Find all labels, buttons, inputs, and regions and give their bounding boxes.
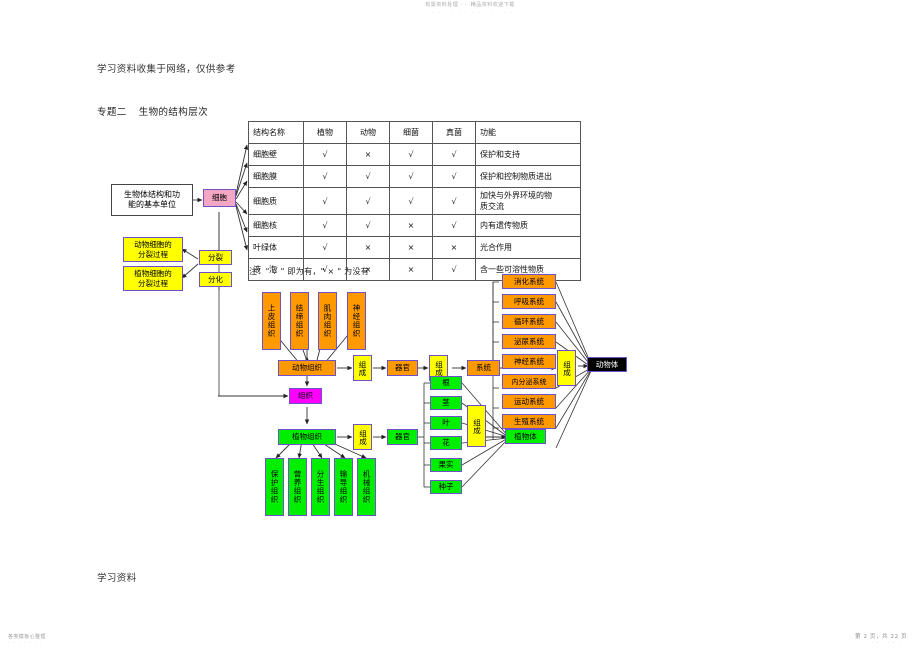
plant-tissue-group-box: 植物组织 <box>278 429 336 445</box>
animal-organ-box: 器官 <box>387 360 418 376</box>
diagram-connectors <box>181 144 592 488</box>
animal-cell-division-line1: 动物细胞的 <box>134 239 172 249</box>
system-digestive: 消化系统 <box>502 274 556 289</box>
animal-tissue-nervous: 神经组织 <box>347 292 366 350</box>
system-circulatory: 循环系统 <box>502 314 556 329</box>
plant-tissue-vascular: 输导组织 <box>334 458 353 516</box>
system-urinary: 泌尿系统 <box>502 334 556 349</box>
animal-tissue-group-box: 动物组织 <box>278 360 336 376</box>
division-box: 分裂 <box>199 250 232 265</box>
animal-cell-division-box: 动物细胞的 分裂过程 <box>123 237 183 262</box>
system-reproductive: 生殖系统 <box>502 414 556 429</box>
plant-cell-division-line2: 分裂过程 <box>138 278 168 288</box>
plant-organ-box: 器官 <box>387 429 418 445</box>
tissue-node-box: 组织 <box>289 388 322 404</box>
plant-organ-flower: 花 <box>430 436 462 450</box>
compose-label-plant-tissue: 组成 <box>353 424 372 450</box>
system-endocrine: 内分泌系统 <box>502 374 556 389</box>
system-motor: 运动系统 <box>502 394 556 409</box>
basic-unit-line2: 能的基本单位 <box>128 200 176 209</box>
plant-cell-division-line1: 植物细胞的 <box>134 268 172 278</box>
plant-organ-stem: 茎 <box>430 396 462 410</box>
basic-unit-box: 生物体结构和功 能的基本单位 <box>111 184 193 216</box>
compose-label-system: 组成 <box>557 350 576 386</box>
differentiation-box: 分化 <box>199 272 232 287</box>
animal-tissue-connective: 结缔组织 <box>290 292 309 350</box>
plant-tissue-nutritive: 营养组织 <box>288 458 307 516</box>
plant-organ-root: 根 <box>430 376 462 390</box>
plant-tissue-protective: 保护组织 <box>265 458 284 516</box>
animal-body-box: 动物体 <box>587 357 627 372</box>
basic-unit-line1: 生物体结构和功 <box>124 190 180 199</box>
cell-box: 细胞 <box>203 189 236 207</box>
animal-tissue-epithelial: 上皮组织 <box>262 292 281 350</box>
plant-organ-seed: 种子 <box>430 480 462 494</box>
system-nervous: 神经系统 <box>502 354 556 369</box>
compose-char-2: 组成 <box>434 360 444 376</box>
system-box: 系统 <box>467 360 500 376</box>
compose-label-plant-organ: 组成 <box>467 405 486 447</box>
plant-cell-division-box: 植物细胞的 分裂过程 <box>123 266 183 291</box>
compose-char-4: 组成 <box>472 418 482 434</box>
compose-char-1: 组成 <box>358 360 367 376</box>
plant-body-box: 植物体 <box>505 429 546 444</box>
plant-organ-fruit: 果实 <box>430 458 462 472</box>
plant-tissue-mechanical: 机械组织 <box>357 458 376 516</box>
plant-organ-leaf: 叶 <box>430 416 462 430</box>
plant-tissue-meristematic: 分生组织 <box>311 458 330 516</box>
animal-cell-division-line2: 分裂过程 <box>138 249 168 259</box>
document-page: 有需资料处理 · · ·精品资料欢迎下载 · · · · · · · · · ·… <box>0 0 920 650</box>
compose-char-5: 组成 <box>562 360 572 376</box>
system-respiratory: 呼吸系统 <box>502 294 556 309</box>
compose-char-3: 组成 <box>358 429 368 445</box>
animal-tissue-muscle: 肌肉组织 <box>318 292 337 350</box>
compose-label-animal-tissue: 组成 <box>353 355 372 381</box>
